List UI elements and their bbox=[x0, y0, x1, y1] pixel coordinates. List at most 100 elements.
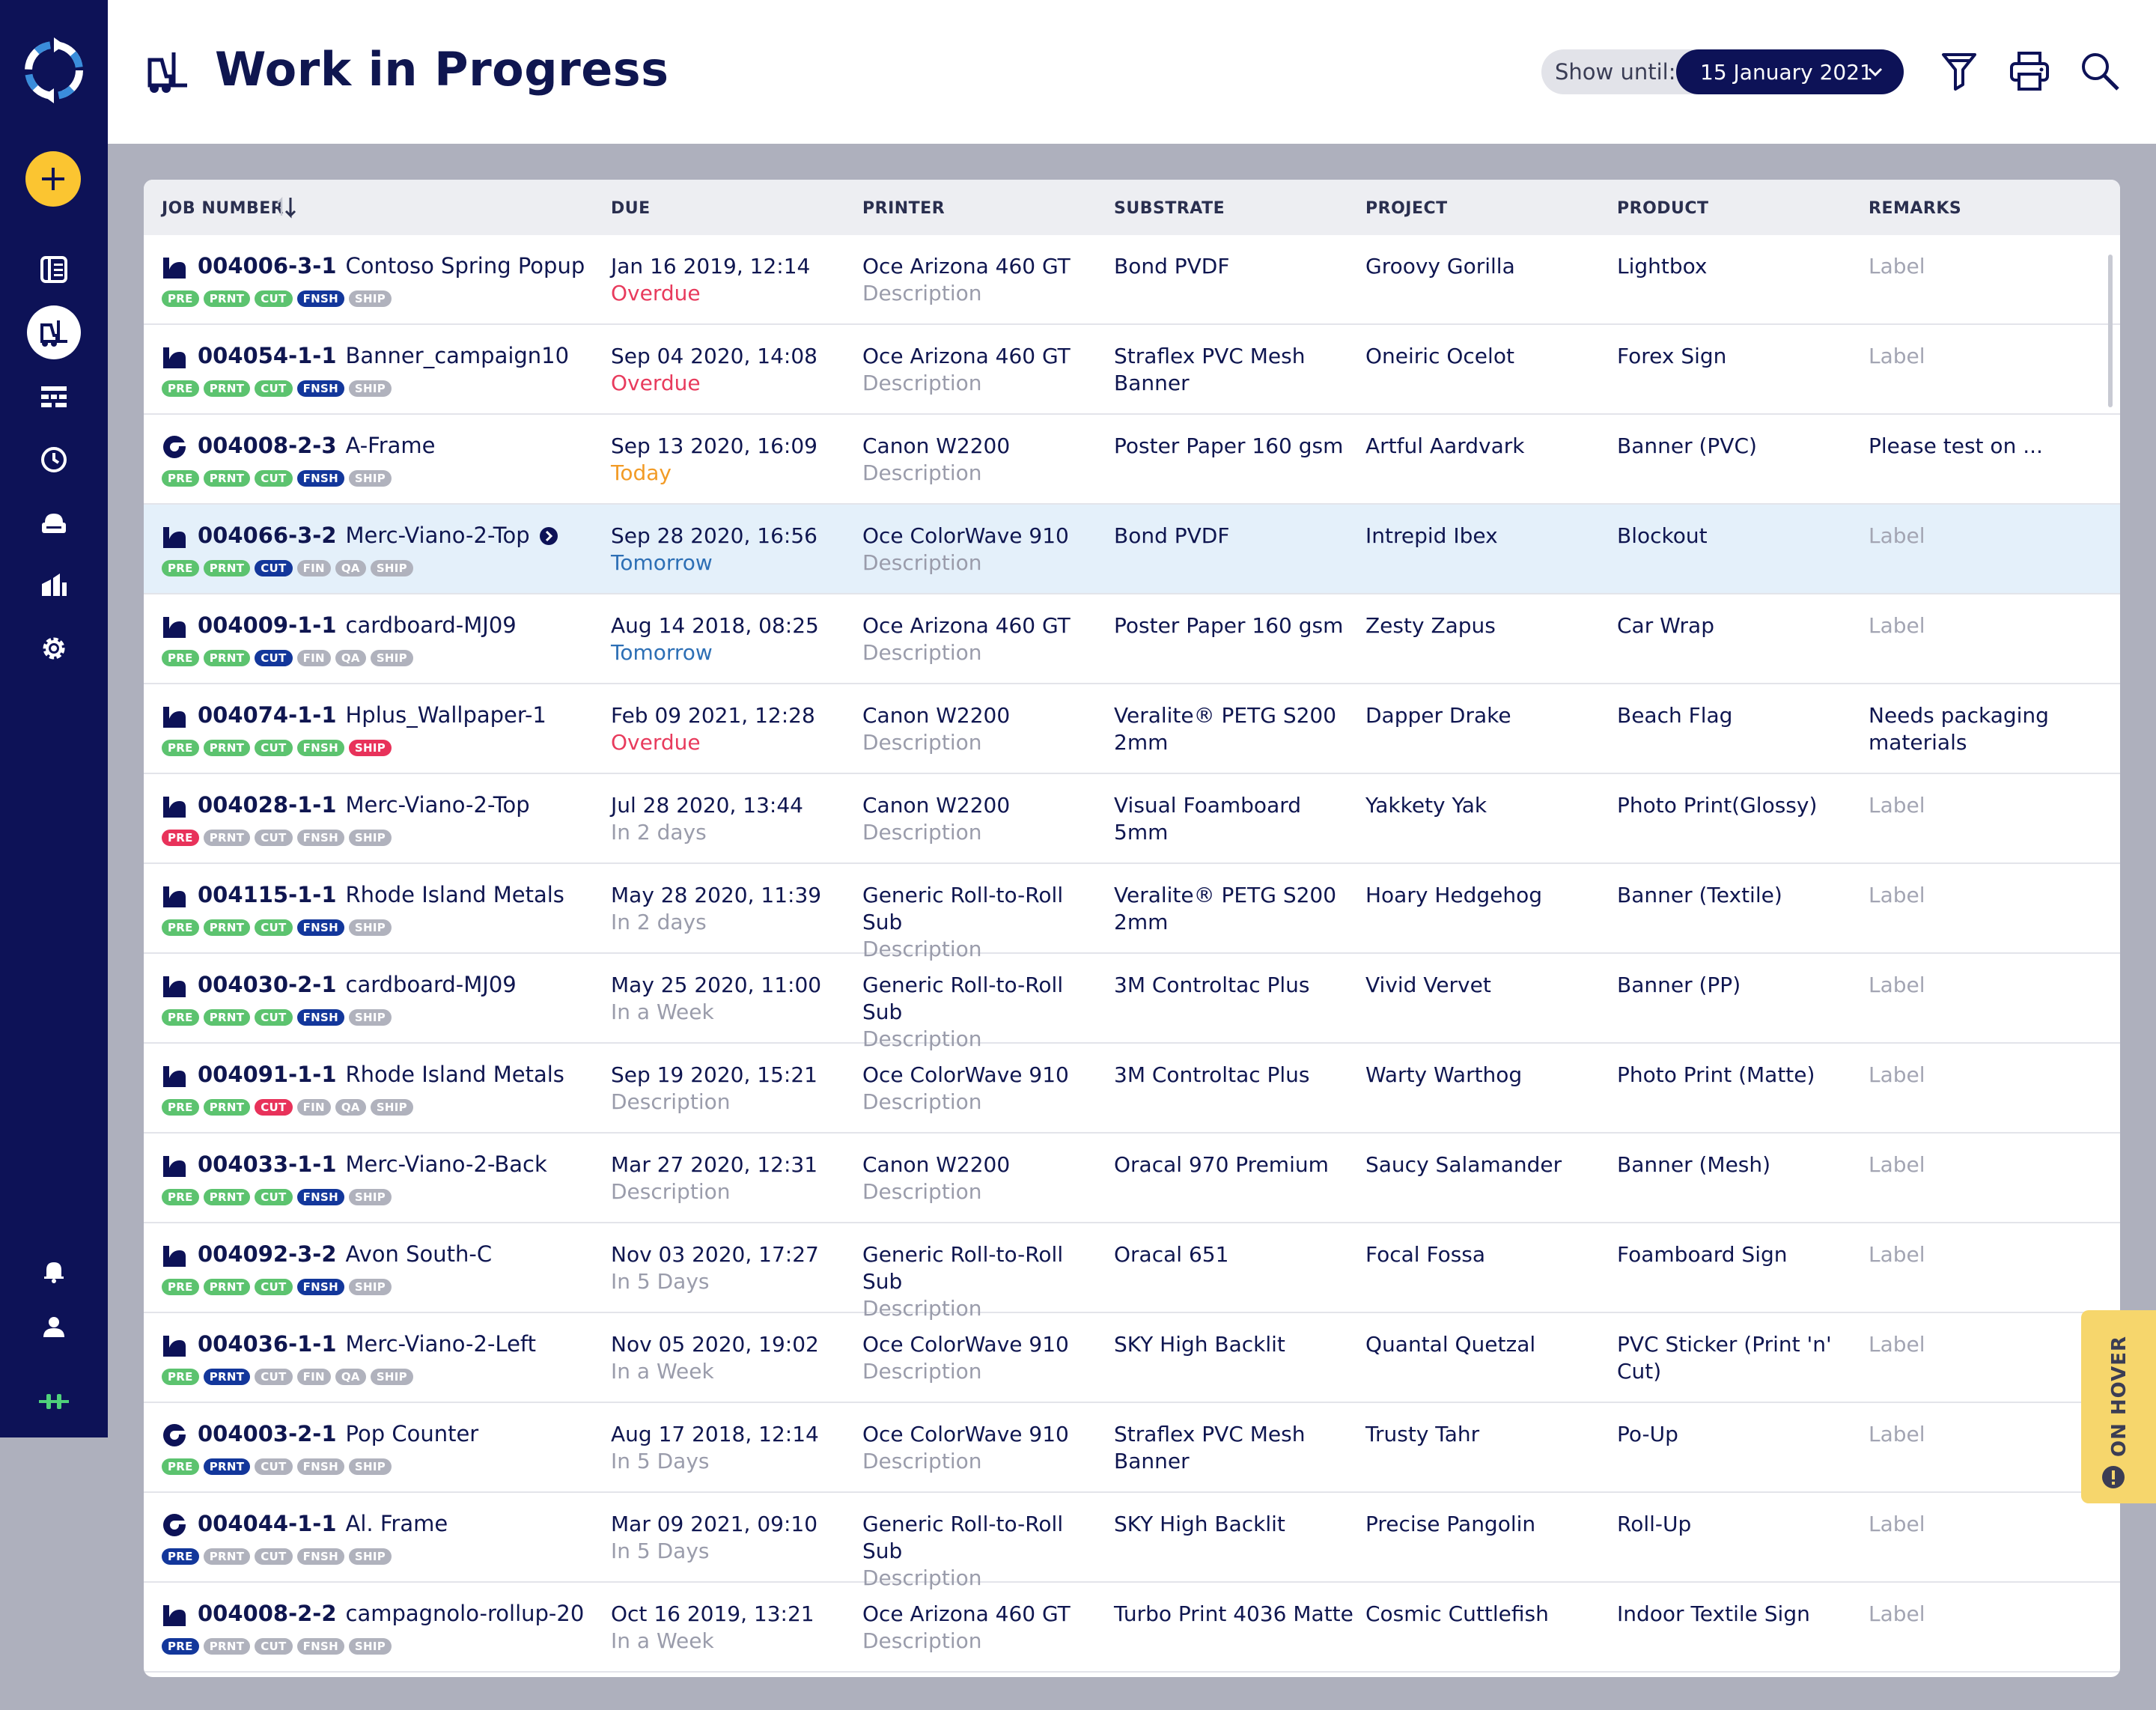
project-cell: Hoary Hedgehog bbox=[1365, 882, 1605, 909]
stage-badge-ship: SHIP bbox=[348, 830, 392, 846]
job-title[interactable]: 004033-1-1 Merc-Viano-2-Back bbox=[198, 1151, 547, 1177]
table-row[interactable]: 004091-1-1 Rhode Island Metals PRE PRNT CUT F… bbox=[144, 1044, 2120, 1134]
table-row[interactable]: 004036-1-1 Merc-Viano-2-Left PRE PRNT CUT FIN… bbox=[144, 1313, 2120, 1403]
open-job-arrow-icon[interactable] bbox=[539, 526, 558, 546]
stage-badge-pre: PRE bbox=[162, 830, 199, 846]
project-cell: Artful Aardvark bbox=[1365, 433, 1605, 460]
column-header-due[interactable]: DUE bbox=[611, 199, 651, 218]
printer-sub: Description bbox=[862, 1089, 982, 1114]
sheet-media-icon bbox=[163, 1246, 186, 1267]
substrate-value: Bond PVDF bbox=[1114, 254, 1230, 279]
due-date-sub: Overdue bbox=[611, 730, 701, 755]
stage-badge-prnt: PRNT bbox=[203, 1369, 251, 1385]
product-cell: Indoor Textile Sign bbox=[1617, 1601, 1834, 1628]
column-header-remarks[interactable]: REMARKS bbox=[1869, 199, 1961, 218]
table-row[interactable]: 004006-3-1 Contoso Spring Popup PRE PRNT CUT… bbox=[144, 235, 2120, 325]
column-header-product[interactable]: PRODUCT bbox=[1617, 199, 1709, 218]
job-title[interactable]: 004074-1-1 Hplus_Wallpaper-1 bbox=[198, 702, 546, 728]
remarks-cell: Label bbox=[1869, 1601, 2093, 1628]
column-header-job-number[interactable]: JOB NUMBER bbox=[162, 199, 284, 218]
sidebar-item-reports[interactable] bbox=[31, 563, 76, 608]
product-value: Car Wrap bbox=[1617, 613, 1714, 638]
sidebar-item-printers[interactable] bbox=[31, 500, 76, 545]
job-title[interactable]: 004115-1-1 Rhode Island Metals bbox=[198, 882, 564, 907]
job-title[interactable]: 004036-1-1 Merc-Viano-2-Left bbox=[198, 1331, 536, 1357]
substrate-value: Visual Foamboard 5mm bbox=[1114, 793, 1302, 845]
project-cell: Dapper Drake bbox=[1365, 702, 1605, 729]
due-date-cell: Sep 04 2020, 14:08 Overdue bbox=[611, 343, 850, 397]
job-name: Merc-Viano-2-Left bbox=[345, 1331, 537, 1357]
table-row[interactable]: 004008-2-2 campagnolo-rollup-20 PRE PRNT CUT… bbox=[144, 1583, 2120, 1673]
sheet-media-icon bbox=[163, 886, 186, 907]
column-header-printer[interactable]: PRINTER bbox=[862, 199, 945, 218]
sort-descending-icon[interactable] bbox=[275, 195, 305, 222]
column-header-substrate[interactable]: SUBSTRATE bbox=[1114, 199, 1225, 218]
table-row[interactable]: 004074-1-1 Hplus_Wallpaper-1 PRE PRNT CUT FNS… bbox=[144, 684, 2120, 774]
sidebar-item-settings[interactable] bbox=[31, 626, 76, 671]
sidebar-item-history[interactable] bbox=[31, 437, 76, 482]
job-title[interactable]: 004030-2-1 cardboard-MJ09 bbox=[198, 972, 517, 997]
printer-sub: Description bbox=[862, 820, 982, 845]
column-header-project[interactable]: PROJECT bbox=[1365, 199, 1448, 218]
table-row[interactable]: 004008-2-3 A-Frame PRE PRNT CUT FNSH SHIP Sep 1… bbox=[144, 415, 2120, 505]
substrate-cell: SKY High Backlit bbox=[1114, 1511, 1358, 1538]
remarks-cell: Label bbox=[1869, 1151, 2093, 1178]
show-until-date-dropdown[interactable]: 15 January 2021 bbox=[1676, 49, 1904, 94]
app-logo-icon[interactable] bbox=[16, 33, 91, 108]
table-row[interactable]: 004003-2-1 Pop Counter PRE PRNT CUT FNSH SHIP A… bbox=[144, 1403, 2120, 1493]
product-value: Photo Print (Matte) bbox=[1617, 1062, 1815, 1087]
filter-button[interactable] bbox=[1936, 48, 1982, 94]
stage-badge-qa: QA bbox=[335, 1369, 366, 1385]
job-title[interactable]: 004066-3-2 Merc-Viano-2-Top bbox=[198, 523, 558, 548]
sidebar-item-jobs[interactable] bbox=[31, 247, 76, 292]
on-hover-tab[interactable]: ON HOVER bbox=[2081, 1310, 2156, 1503]
job-title[interactable]: 004009-1-1 cardboard-MJ09 bbox=[198, 612, 517, 638]
project-value: Saucy Salamander bbox=[1365, 1152, 1562, 1177]
printer-sub: Description bbox=[862, 1179, 982, 1204]
table-row[interactable]: 004044-1-1 Al. Frame PRE PRNT CUT FNSH SHIP Mar… bbox=[144, 1493, 2120, 1590]
substrate-value: Turbo Print 4036 Matte bbox=[1114, 1601, 1353, 1626]
remarks-value: Label bbox=[1869, 1062, 1925, 1087]
stage-badge-cut: CUT bbox=[255, 470, 293, 487]
job-title[interactable]: 004028-1-1 Merc-Viano-2-Top bbox=[198, 792, 530, 818]
connection-plug-icon[interactable] bbox=[31, 1379, 76, 1424]
add-button[interactable] bbox=[25, 151, 81, 207]
table-row[interactable]: 004033-1-1 Merc-Viano-2-Back PRE PRNT CUT FNS… bbox=[144, 1134, 2120, 1223]
table-scrollbar[interactable] bbox=[2108, 255, 2113, 407]
sidebar-item-schedule[interactable] bbox=[31, 374, 76, 419]
job-title[interactable]: 004008-2-3 A-Frame bbox=[198, 433, 436, 458]
forklift-icon bbox=[142, 46, 192, 96]
stage-badge-fin: FIN bbox=[296, 1369, 331, 1385]
remarks-value: Label bbox=[1869, 523, 1925, 548]
stage-badge-prnt: PRNT bbox=[203, 1279, 251, 1295]
job-title[interactable]: 004006-3-1 Contoso Spring Popup bbox=[198, 253, 585, 279]
print-button[interactable] bbox=[2006, 48, 2053, 94]
remarks-cell: Label bbox=[1869, 1331, 2093, 1358]
product-value: Banner (Textile) bbox=[1617, 883, 1782, 907]
table-row[interactable]: 004009-1-1 cardboard-MJ09 PRE PRNT CUT FIN QA S… bbox=[144, 594, 2120, 684]
user-profile-icon[interactable] bbox=[31, 1304, 76, 1349]
table-row[interactable]: 004066-3-2 Merc-Viano-2-Top PRE PRNT CUT FIN Q… bbox=[144, 505, 2120, 594]
table-row[interactable]: 004115-1-1 Rhode Island Metals PRE PRNT CUT F… bbox=[144, 864, 2120, 961]
table-row[interactable]: 004028-1-1 Merc-Viano-2-Top PRE PRNT CUT FNSH… bbox=[144, 774, 2120, 864]
printer-value: Oce Arizona 460 GT bbox=[862, 254, 1071, 279]
job-title[interactable]: 004092-3-2 Avon South-C bbox=[198, 1241, 492, 1267]
stage-badge-prnt: PRNT bbox=[203, 740, 251, 756]
stage-badge-cut: CUT bbox=[255, 1099, 293, 1116]
job-title[interactable]: 004044-1-1 Al. Frame bbox=[198, 1511, 448, 1536]
job-title[interactable]: 004054-1-1 Banner_campaign10 bbox=[198, 343, 569, 368]
remarks-value: Needs packaging materials bbox=[1869, 703, 2049, 755]
table-row[interactable]: 004092-3-2 Avon South-C PRE PRNT CUT FNSH SHIP… bbox=[144, 1223, 2120, 1321]
table-row[interactable]: 004030-2-1 cardboard-MJ09 PRE PRNT CUT FNSH SH… bbox=[144, 954, 2120, 1051]
stage-badge-prnt: PRNT bbox=[203, 380, 251, 397]
notifications-bell-icon[interactable] bbox=[31, 1249, 76, 1294]
sidebar-item-work-in-progress[interactable] bbox=[27, 305, 81, 359]
due-date-cell: Sep 13 2020, 16:09 Today bbox=[611, 433, 850, 487]
substrate-cell: Poster Paper 160 gsm bbox=[1114, 433, 1358, 460]
substrate-cell: SKY High Backlit bbox=[1114, 1331, 1358, 1358]
job-title[interactable]: 004008-2-2 campagnolo-rollup-20 bbox=[198, 1601, 584, 1626]
search-button[interactable] bbox=[2077, 48, 2123, 94]
job-title[interactable]: 004091-1-1 Rhode Island Metals bbox=[198, 1062, 564, 1087]
table-row[interactable]: 004054-1-1 Banner_campaign10 PRE PRNT CUT FNS… bbox=[144, 325, 2120, 415]
job-title[interactable]: 004003-2-1 Pop Counter bbox=[198, 1421, 478, 1446]
